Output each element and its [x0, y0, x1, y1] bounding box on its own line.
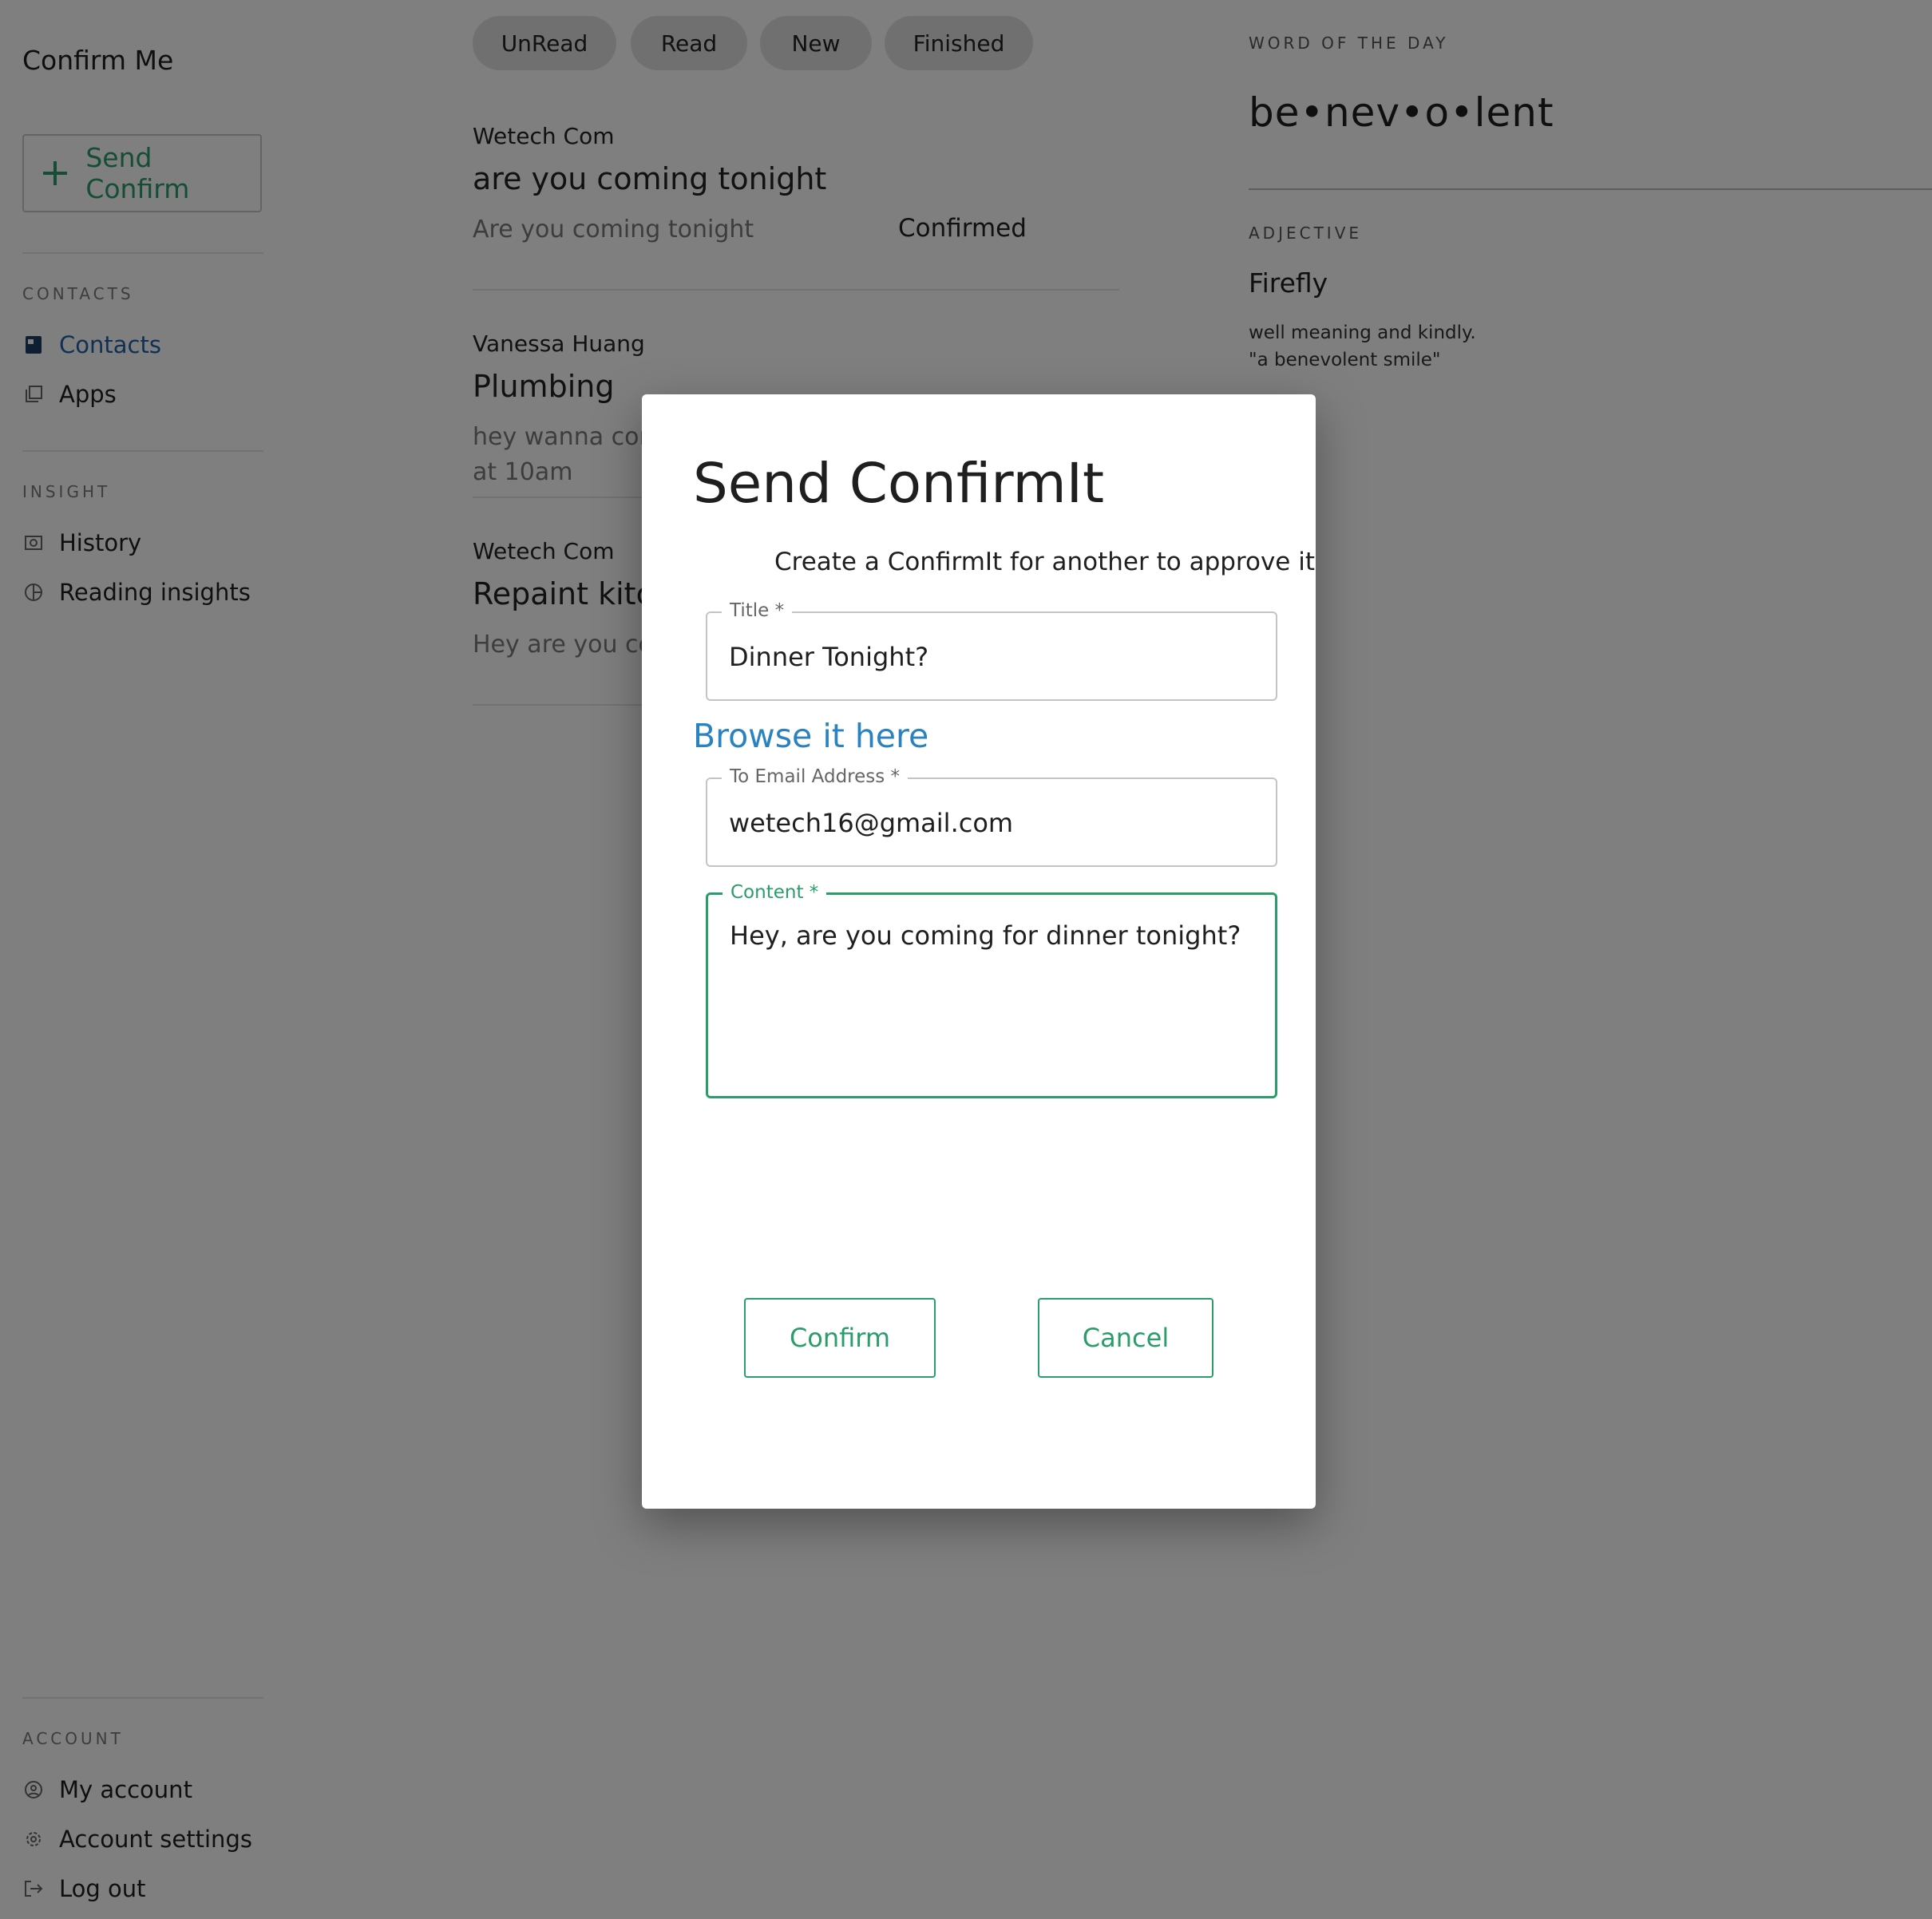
dialog-title: Send ConfirmIt: [693, 452, 1105, 516]
email-input[interactable]: wetech16@gmail.com: [729, 808, 1013, 838]
email-field-label: To Email Address *: [722, 766, 909, 787]
confirm-button[interactable]: Confirm: [744, 1298, 936, 1378]
email-field[interactable]: To Email Address * wetech16@gmail.com: [706, 766, 1277, 867]
cancel-button[interactable]: Cancel: [1038, 1298, 1213, 1378]
content-field[interactable]: Content * Hey, are you coming for dinner…: [706, 882, 1277, 1098]
content-field-label: Content *: [723, 882, 827, 903]
title-field[interactable]: Title * Dinner Tonight?: [706, 600, 1277, 701]
content-textarea[interactable]: Hey, are you coming for dinner tonight?: [730, 920, 1241, 951]
title-field-label: Title *: [722, 600, 793, 621]
dialog-subtitle: Create a ConfirmIt for another to approv…: [774, 548, 1316, 576]
browse-link[interactable]: Browse it here: [693, 717, 928, 755]
title-input[interactable]: Dinner Tonight?: [729, 642, 928, 672]
send-confirmit-dialog: Send ConfirmIt Create a ConfirmIt for an…: [642, 394, 1316, 1509]
